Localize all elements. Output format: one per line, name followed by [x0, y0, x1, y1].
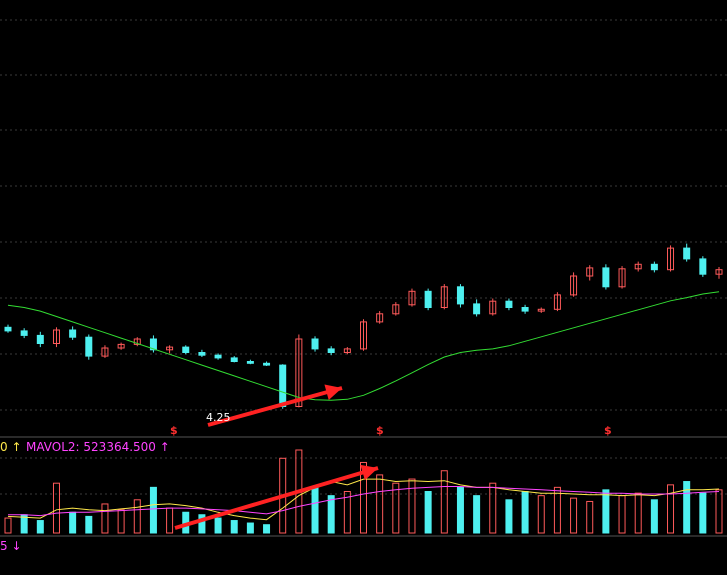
volume-bar — [149, 486, 157, 534]
candle-body — [214, 354, 222, 359]
volume-bar — [667, 484, 675, 534]
volume-bar — [424, 491, 432, 534]
volume-bar — [166, 507, 174, 534]
candle-body — [4, 326, 12, 332]
volume-bar — [230, 520, 238, 534]
volume-bar — [69, 511, 77, 534]
volume-bar — [52, 482, 60, 534]
volume-bar — [214, 517, 222, 534]
volume-bar — [650, 499, 658, 534]
volume-bar — [505, 499, 513, 534]
volume-bar — [489, 482, 497, 534]
volume-trend-arrow — [174, 464, 379, 530]
mavol2-indicator: MAVOL2: 523364.500 ↑ — [26, 440, 170, 454]
down-arrow-icon: ↓ — [11, 539, 22, 553]
volume-bar — [570, 497, 578, 534]
candle-body — [456, 286, 464, 305]
volume-bar — [117, 509, 125, 534]
volume-bar — [85, 515, 93, 534]
stock-chart[interactable] — [0, 0, 727, 575]
volume-bar — [327, 495, 335, 534]
candle-body — [327, 348, 335, 353]
volume-bar — [537, 495, 545, 534]
candle-body — [263, 362, 271, 366]
grid-lines — [0, 19, 727, 537]
up-arrow-icon: ↑ — [11, 440, 22, 454]
volume-bar — [699, 492, 707, 534]
volume-bar — [101, 503, 109, 534]
volume-bar — [602, 489, 610, 534]
candle-body — [699, 258, 707, 275]
candle-body — [683, 247, 691, 260]
candle-body — [650, 263, 658, 271]
volume-bar — [246, 522, 254, 534]
candle-body — [424, 290, 432, 308]
volume-bar — [376, 474, 384, 534]
signal-marker: $ — [376, 424, 384, 437]
candle-body — [473, 303, 481, 315]
candle-body — [198, 352, 206, 356]
volume-bar — [521, 491, 529, 534]
candle-body — [230, 357, 238, 362]
candle-body — [36, 334, 44, 344]
up-arrow-icon: ↑ — [159, 440, 170, 454]
candlestick-series — [4, 243, 723, 409]
candle-body — [311, 338, 319, 350]
lower-indicator-label: 5 ↓ — [0, 539, 22, 553]
candle-body — [69, 329, 77, 338]
volume-bar — [440, 470, 448, 534]
volume-bar — [634, 492, 642, 534]
candle-body — [279, 364, 287, 408]
candle-body — [85, 336, 93, 357]
volume-bar — [618, 495, 626, 534]
volume-bar — [473, 495, 481, 534]
candle-body — [521, 307, 529, 312]
low-price-annotation: 4.25 — [206, 411, 231, 424]
volume-bar — [715, 489, 723, 534]
volume-indicator-left: 0 ↑ — [0, 440, 22, 454]
candle-body — [505, 300, 513, 309]
volume-bar — [311, 486, 319, 534]
volume-bar — [456, 486, 464, 534]
volume-ma2-line — [8, 486, 720, 517]
volume-bar — [36, 520, 44, 534]
signal-marker: $ — [170, 424, 178, 437]
mavol2-text: MAVOL2: 523364.500 — [26, 440, 156, 454]
volume-bar — [683, 481, 691, 534]
volume-bar — [586, 500, 594, 534]
volume-ma1-line — [7, 478, 720, 521]
candle-body — [246, 361, 254, 364]
lower-indicator-value: 5 — [0, 539, 8, 553]
candle-body — [20, 330, 28, 336]
candle-body — [602, 267, 610, 288]
volume-bar — [4, 517, 12, 534]
signal-marker: $ — [604, 424, 612, 437]
volume-bar — [408, 478, 416, 534]
volume-bar-series — [4, 449, 723, 534]
volume-left-value: 0 — [0, 440, 8, 454]
volume-bar — [392, 482, 400, 534]
volume-bar — [133, 499, 141, 534]
arrow-shaft — [174, 466, 379, 530]
volume-bar — [263, 524, 271, 534]
candle-body — [182, 346, 190, 354]
